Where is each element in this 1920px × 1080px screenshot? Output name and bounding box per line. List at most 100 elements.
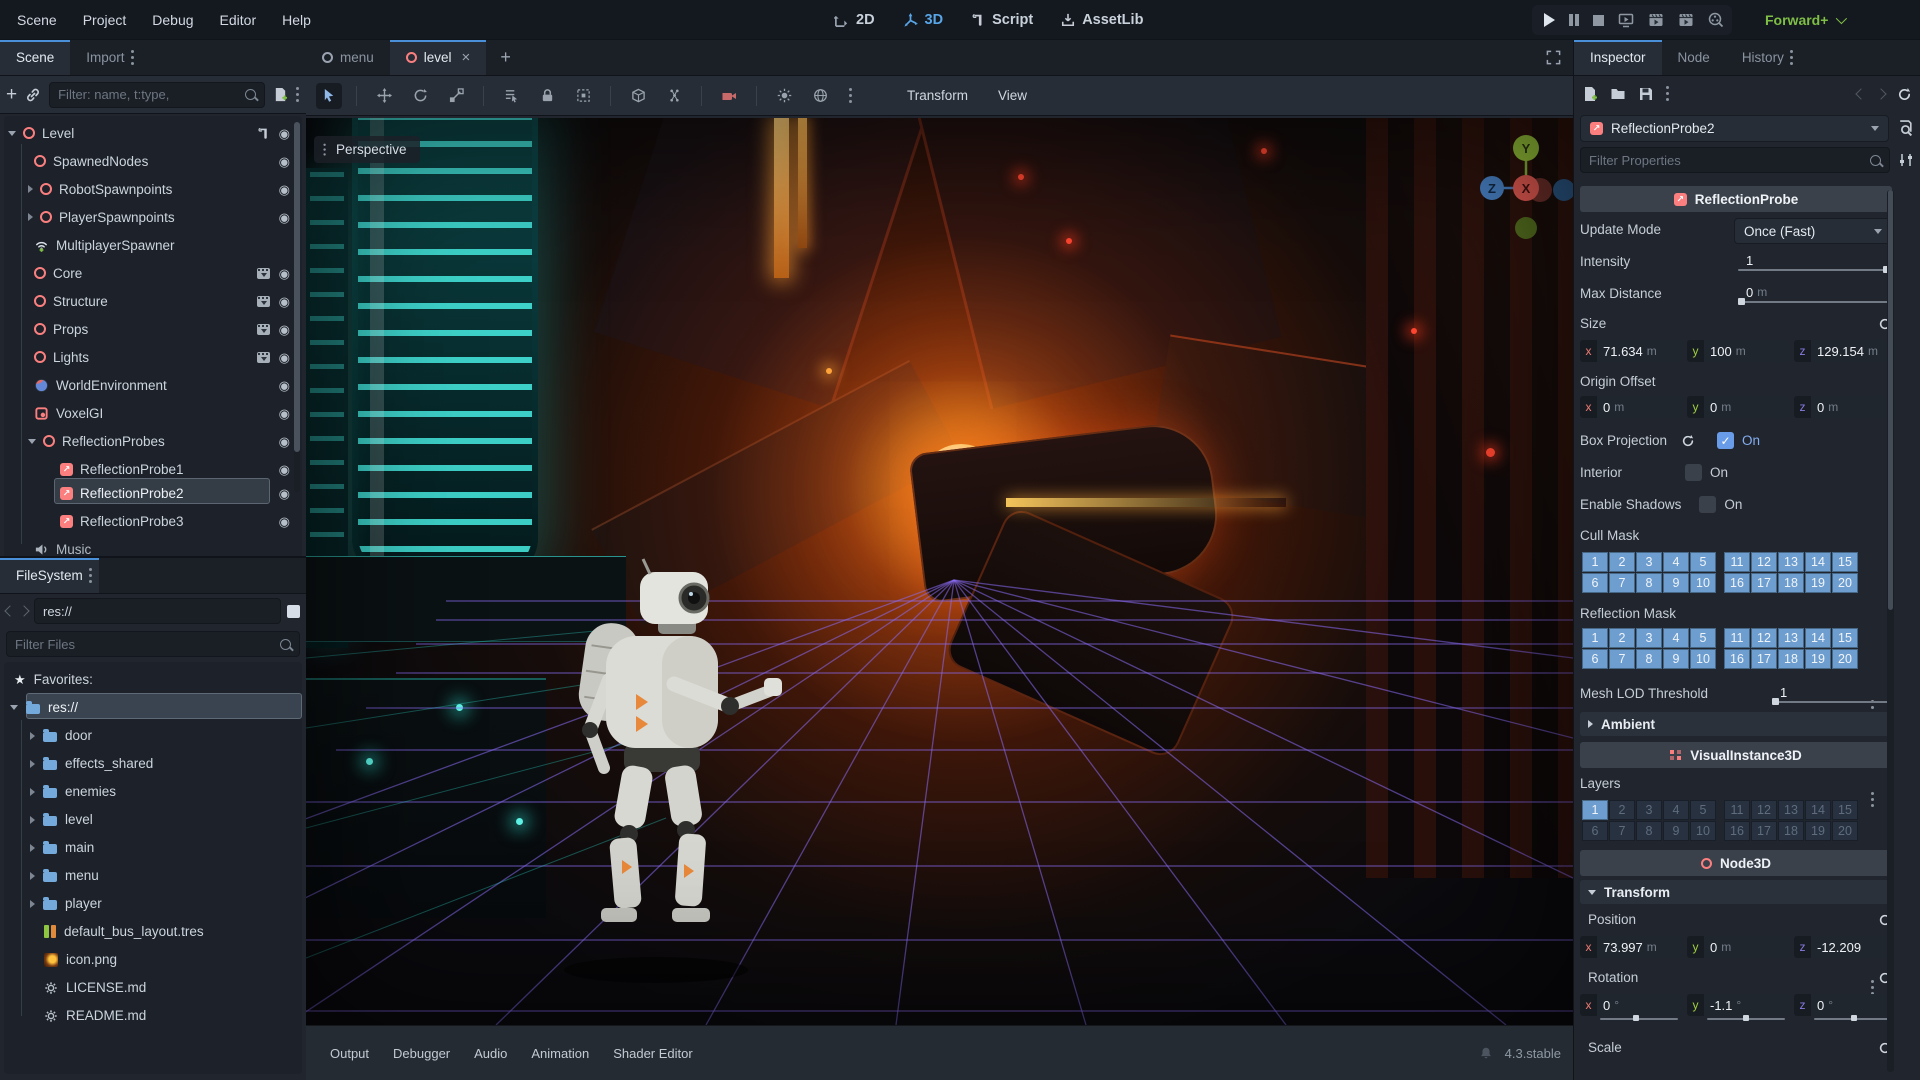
origin-z-field[interactable]: z0m (1794, 396, 1896, 418)
layer-cell[interactable]: 9 (1663, 821, 1689, 841)
tree-row-lights[interactable]: Lights ◉ (4, 343, 302, 371)
layer-cell[interactable]: 15 (1832, 800, 1858, 820)
tree-row-reflectionprobe3[interactable]: ↗ ReflectionProbe3 ◉ (4, 507, 302, 535)
bottom-panel-button[interactable]: Audio (462, 1040, 519, 1067)
scene-instance-icon[interactable] (256, 267, 270, 279)
remote-debug-button[interactable] (1618, 12, 1634, 28)
tab-node[interactable]: Node (1662, 40, 1726, 75)
history-icon[interactable] (1897, 87, 1912, 102)
visibility-eye-icon[interactable]: ◉ (279, 295, 290, 308)
tree-row-props[interactable]: Props ◉ (4, 315, 302, 343)
new-scene-tab-button[interactable]: + (486, 40, 525, 75)
file-row-folder[interactable]: level (4, 806, 302, 833)
tree-row-voxelgi[interactable]: VoxelGI ◉ (4, 399, 302, 427)
layer-cell[interactable]: 3 (1636, 800, 1662, 820)
node-selector-dropdown[interactable]: ↗ ReflectionProbe2 (1580, 114, 1889, 142)
script-icon[interactable] (257, 127, 270, 140)
file-row-iconpng[interactable]: icon.png (4, 946, 302, 973)
tree-row-reflectionprobe2-selected[interactable]: ↗ ReflectionProbe2 ◉ (4, 479, 302, 507)
mask-cell[interactable]: 9 (1663, 649, 1689, 669)
max-distance-slider[interactable]: 0 m (1734, 280, 1892, 305)
size-y-field[interactable]: y 100 m (1687, 340, 1789, 362)
expand-arrow-icon[interactable] (28, 438, 36, 444)
collapse-arrow-icon[interactable] (30, 815, 35, 824)
mask-cell[interactable]: 19 (1805, 649, 1831, 669)
add-node-button[interactable]: + (6, 85, 17, 104)
size-x-field[interactable]: x 71.634 m (1580, 340, 1682, 362)
layer-cell[interactable]: 6 (1582, 821, 1608, 841)
list-select-button[interactable] (498, 83, 524, 109)
scale-tool-button[interactable] (443, 83, 469, 109)
file-row-buslayout[interactable]: default_bus_layout.tres (4, 918, 302, 945)
file-row-folder[interactable]: main (4, 834, 302, 861)
mask-cell[interactable]: 15 (1832, 552, 1858, 572)
mask-cell[interactable]: 14 (1805, 552, 1831, 572)
mask-cell[interactable]: 11 (1724, 552, 1750, 572)
workspace-2d[interactable]: 2D (820, 12, 889, 28)
visibility-eye-icon[interactable]: ◉ (279, 435, 290, 448)
load-resource-button[interactable] (1610, 86, 1626, 102)
renderer-selector[interactable]: Forward+ (1765, 0, 1848, 40)
menu-item[interactable]: Project (70, 0, 140, 40)
perspective-menu[interactable]: Perspective (314, 136, 420, 163)
transform-menu[interactable]: Transform (897, 88, 978, 103)
mask-cell[interactable]: 5 (1690, 552, 1716, 572)
stop-button[interactable] (1593, 14, 1604, 26)
mask-cell[interactable]: 6 (1582, 573, 1608, 593)
toggle-split-mode-button[interactable] (287, 604, 300, 618)
collapse-arrow-icon[interactable] (30, 871, 35, 880)
mask-cell[interactable]: 4 (1663, 628, 1689, 648)
layer-cell[interactable]: 10 (1690, 821, 1716, 841)
instance-scene-button[interactable] (25, 87, 41, 103)
visibility-eye-icon[interactable]: ◉ (279, 487, 290, 500)
collapse-arrow-icon[interactable] (30, 843, 35, 852)
scene-filter-input[interactable]: Filter: name, t:type, (49, 81, 265, 108)
menu-item[interactable]: Help (269, 0, 324, 40)
tab-scene[interactable]: Scene (0, 40, 71, 75)
mask-cell[interactable]: 5 (1690, 628, 1716, 648)
filter-properties-input[interactable]: Filter Properties (1580, 147, 1890, 173)
visibility-eye-icon[interactable]: ◉ (279, 155, 290, 168)
slider-handle[interactable] (1742, 1015, 1749, 1021)
back-icon[interactable] (4, 605, 16, 617)
open-docs-icon[interactable] (1897, 120, 1914, 137)
tree-row-structure[interactable]: Structure ◉ (4, 287, 302, 315)
history-forward-icon[interactable] (1875, 88, 1887, 100)
mask-cell[interactable]: 17 (1751, 573, 1777, 593)
menu-item[interactable]: Editor (207, 0, 270, 40)
visibility-eye-icon[interactable]: ◉ (279, 211, 290, 224)
expand-arrow-icon[interactable] (8, 130, 16, 136)
mask-cell[interactable]: 20 (1832, 649, 1858, 669)
file-row-readme[interactable]: README.md (4, 1002, 302, 1029)
mask-cell[interactable]: 8 (1636, 649, 1662, 669)
mask-cell[interactable]: 16 (1724, 649, 1750, 669)
mask-cell[interactable]: 2 (1609, 552, 1635, 572)
path-breadcrumb[interactable]: res:// (34, 598, 281, 624)
visibility-eye-icon[interactable]: ◉ (279, 407, 290, 420)
workspace-3d[interactable]: 3D (889, 12, 958, 28)
notification-bell-icon[interactable] (1479, 1046, 1493, 1060)
visibility-eye-icon[interactable]: ◉ (279, 379, 290, 392)
collapse-arrow-icon[interactable] (28, 213, 33, 221)
mask-cell[interactable]: 4 (1663, 552, 1689, 572)
menu-item[interactable]: Scene (4, 0, 70, 40)
mask-cell[interactable]: 3 (1636, 552, 1662, 572)
extra-options-icon[interactable] (849, 87, 853, 104)
visibility-eye-icon[interactable]: ◉ (279, 323, 290, 336)
file-row-root[interactable]: res:// (4, 694, 302, 721)
intensity-slider[interactable]: 1 (1734, 248, 1892, 273)
viewport-3d[interactable]: Y Z X Perspective (306, 118, 1573, 1025)
layer-cell[interactable]: 13 (1778, 800, 1804, 820)
mask-cell[interactable]: 15 (1832, 628, 1858, 648)
mask-cell[interactable]: 1 (1582, 628, 1608, 648)
tab-level-scene[interactable]: level × (389, 40, 487, 75)
tab-menu-scene[interactable]: menu (306, 40, 390, 75)
layer-cell[interactable]: 7 (1609, 821, 1635, 841)
mask-cell[interactable]: 7 (1609, 573, 1635, 593)
mask-cell[interactable]: 19 (1805, 573, 1831, 593)
tree-row-level[interactable]: Level ◉ (4, 119, 302, 147)
mask-cell[interactable]: 7 (1609, 649, 1635, 669)
move-tool-button[interactable] (371, 83, 397, 109)
expand-arrow-icon[interactable] (10, 705, 18, 710)
workspace-script[interactable]: Script (957, 12, 1047, 28)
